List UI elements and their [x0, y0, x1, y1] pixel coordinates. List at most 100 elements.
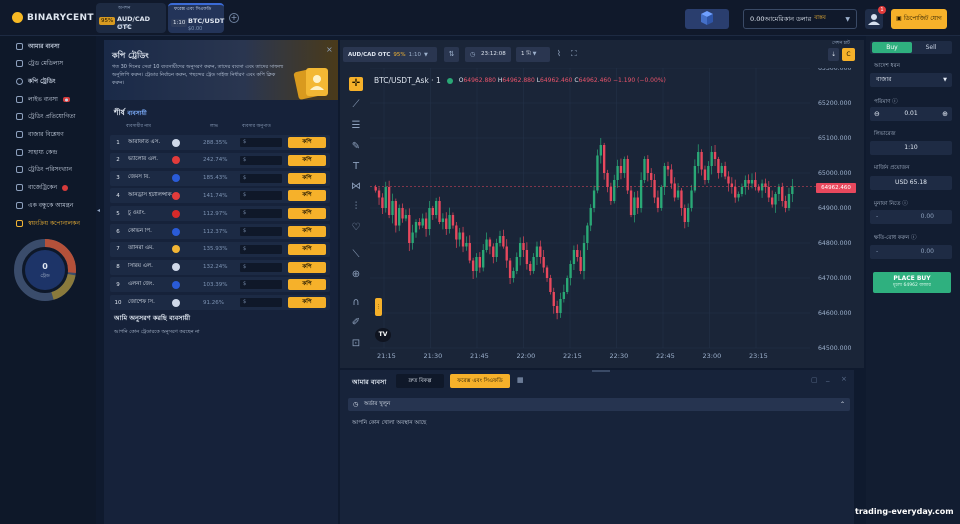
drag-handle-icon[interactable]: ⋮: [375, 298, 382, 316]
trader-name[interactable]: জেমস বি.: [128, 174, 172, 182]
collapse-chevron-icon[interactable]: ◂: [97, 207, 100, 214]
candle-body: [619, 166, 623, 173]
copy-trader-button[interactable]: কপি: [288, 261, 326, 273]
copy-trader-button[interactable]: কপি: [288, 154, 326, 166]
crosshair-icon[interactable]: ✛: [349, 77, 363, 91]
sidebar-item-budget[interactable]: বাজেট্রিকেন: [16, 182, 69, 193]
sidebar-item-auto-copy[interactable]: স্বয়ংক্রিয় কপোনালকন: [16, 218, 80, 229]
trade-amount-input[interactable]: $: [240, 173, 282, 183]
lock-draw-icon[interactable]: ✐: [349, 316, 363, 330]
trader-name[interactable]: জোশেফ সি.: [128, 299, 172, 307]
candlestick-chart[interactable]: 65300.000 65200.000 65100.000 65000.000 6490…: [340, 68, 864, 368]
open-orders-section[interactable]: ◷ অর্ডার খুলুন ⌃: [348, 398, 850, 411]
trader-name[interactable]: আরাফাত এস.: [128, 139, 172, 147]
buy-tab[interactable]: Buy: [872, 42, 912, 53]
trade-amount-input[interactable]: $: [240, 244, 282, 254]
amount-stepper[interactable]: ⊖ 0.01 ⊕: [870, 107, 952, 121]
trader-name[interactable]: আনড্রাস ইটালিন্সকি: [128, 192, 172, 200]
tab-forex-cfd[interactable]: ফরেক্স এবং সিএফডি: [450, 374, 510, 388]
candle-body: [404, 215, 408, 219]
minimize-icon[interactable]: _: [826, 374, 830, 382]
promo-box-icon[interactable]: [685, 9, 729, 29]
copy-trader-button[interactable]: কপি: [288, 297, 326, 309]
candle-body: [599, 145, 602, 156]
brush-icon[interactable]: ✎: [349, 140, 363, 154]
sidebar-item-statistics[interactable]: ট্রেডিং পরিসংখ্যান: [16, 164, 72, 175]
sidebar-item-trade[interactable]: ট্রেড মেডিলাস: [16, 58, 63, 69]
zoom-icon[interactable]: ⊕: [349, 268, 363, 282]
sidebar-item-help[interactable]: সাহায্য কেন্দ্র: [16, 147, 57, 158]
compare-icon[interactable]: ⇅: [444, 47, 459, 62]
chart-settings-button[interactable]: C: [842, 48, 855, 61]
balance-selector[interactable]: 0.00আমেরিকান ডলার বাস্তব ▼: [743, 9, 857, 29]
leverage-value[interactable]: 1:10: [870, 141, 952, 155]
stop-loss-input[interactable]: -0.00: [870, 245, 952, 259]
asset-tab-0[interactable]: অপশন 95% AUD/CAD OTC $1.72: [96, 3, 166, 33]
minus-icon[interactable]: ⊖: [874, 107, 880, 121]
trade-amount-input[interactable]: $: [240, 155, 282, 165]
magnet-icon[interactable]: ∩: [349, 296, 363, 310]
tab-quick-options[interactable]: দ্রুত বিকল্প: [396, 374, 444, 388]
trade-amount-input[interactable]: $: [240, 262, 282, 272]
copy-trader-button[interactable]: কপি: [288, 137, 326, 148]
plus-icon[interactable]: ⊕: [942, 107, 948, 121]
sidebar-item-live-trades[interactable]: লাইভ ব্যবসা ●: [16, 94, 71, 105]
candle-body: [650, 173, 653, 180]
download-icon[interactable]: ⇣: [828, 48, 839, 61]
fib-icon[interactable]: ⫶: [349, 200, 363, 214]
sidebar-item-my-business[interactable]: আমার ব্যবসা: [16, 41, 60, 52]
add-tab-icon[interactable]: +: [229, 13, 239, 23]
flag-icon: [172, 263, 180, 272]
candle-body: [465, 243, 468, 247]
close-icon[interactable]: ×: [326, 45, 333, 54]
trader-name[interactable]: এলনা জেং.: [128, 281, 172, 289]
trader-name[interactable]: তানিরা এম.: [128, 245, 172, 253]
trade-amount-input[interactable]: $: [240, 298, 282, 308]
copy-trader-button[interactable]: কপি: [288, 243, 326, 255]
take-profit-input[interactable]: -0.00: [870, 210, 952, 224]
trader-row: 6 কেভিন পি. 112.37% $ কপি: [110, 224, 330, 239]
trader-name[interactable]: কেভিন পি.: [128, 228, 172, 236]
indicators-icon[interactable]: ⌇: [557, 49, 561, 58]
copy-trader-button[interactable]: কপি: [288, 208, 326, 220]
profile-icon[interactable]: 1: [865, 6, 886, 29]
copy-trader-button[interactable]: কপি: [288, 279, 326, 291]
fullscreen-icon[interactable]: ⛶: [571, 49, 577, 59]
close-panel-icon[interactable]: ×: [841, 375, 847, 383]
interval-selector[interactable]: 1 মি ▼: [516, 47, 550, 62]
trader-name[interactable]: ভ্যালেরি এল.: [128, 156, 172, 164]
trade-amount-input[interactable]: $: [240, 209, 282, 219]
sidebar-item-invite[interactable]: এক বন্ধুকে আমন্ত্রন: [16, 200, 73, 211]
copy-trader-button[interactable]: কপি: [288, 172, 326, 184]
heart-icon[interactable]: ♡: [349, 221, 363, 235]
sell-tab[interactable]: Sell: [912, 42, 950, 53]
trader-name[interactable]: সিরিয় এল.: [128, 263, 172, 271]
asset-tab-1[interactable]: ফরেক্স এবং সিএফডি 1:10 BTC/USDT $0.00: [168, 3, 224, 33]
resize-handle[interactable]: [592, 370, 610, 372]
window-icon[interactable]: ▢: [811, 376, 818, 384]
calendar-icon[interactable]: ▦: [517, 376, 524, 384]
place-buy-button[interactable]: PLACE BUY মূল্যে 64962 বাজার: [873, 272, 951, 293]
horizontal-lines-icon[interactable]: ☰: [349, 119, 363, 133]
analysis-icon: [16, 131, 23, 138]
sidebar-item-copy-trading[interactable]: কপি ট্রেডিং: [16, 76, 56, 87]
pattern-icon[interactable]: ⋈: [349, 180, 363, 194]
brand-logo[interactable]: BINARYCENT: [12, 12, 94, 23]
trade-amount-input[interactable]: $: [240, 138, 282, 147]
trade-amount-input[interactable]: $: [240, 191, 282, 201]
sidebar-item-analysis[interactable]: বাজার বিশ্লেষণ: [16, 129, 64, 140]
ruler-icon[interactable]: ⟍: [349, 248, 363, 262]
trade-amount-input[interactable]: $: [240, 227, 282, 236]
trendline-icon[interactable]: ⟋: [349, 98, 363, 112]
deposit-button[interactable]: ▣ ডিপোজিট যোগ: [891, 9, 947, 29]
trade-amount-input[interactable]: $: [240, 280, 282, 290]
asset-selector[interactable]: AUD/CAD OTC 95% 1:10 ▼: [343, 47, 437, 62]
order-type-select[interactable]: বাজার ▼: [870, 73, 952, 87]
text-icon[interactable]: T: [349, 160, 363, 174]
clock-icon: ◷: [470, 51, 476, 58]
trader-name[interactable]: চু ওয়াং.: [128, 210, 172, 218]
copy-trader-button[interactable]: কপি: [288, 226, 326, 237]
copy-trader-button[interactable]: কপি: [288, 190, 326, 202]
lock-icon[interactable]: ⊡: [349, 337, 363, 351]
sidebar-item-competition[interactable]: ট্রেডিং প্রতিযোগিতা: [16, 111, 76, 122]
